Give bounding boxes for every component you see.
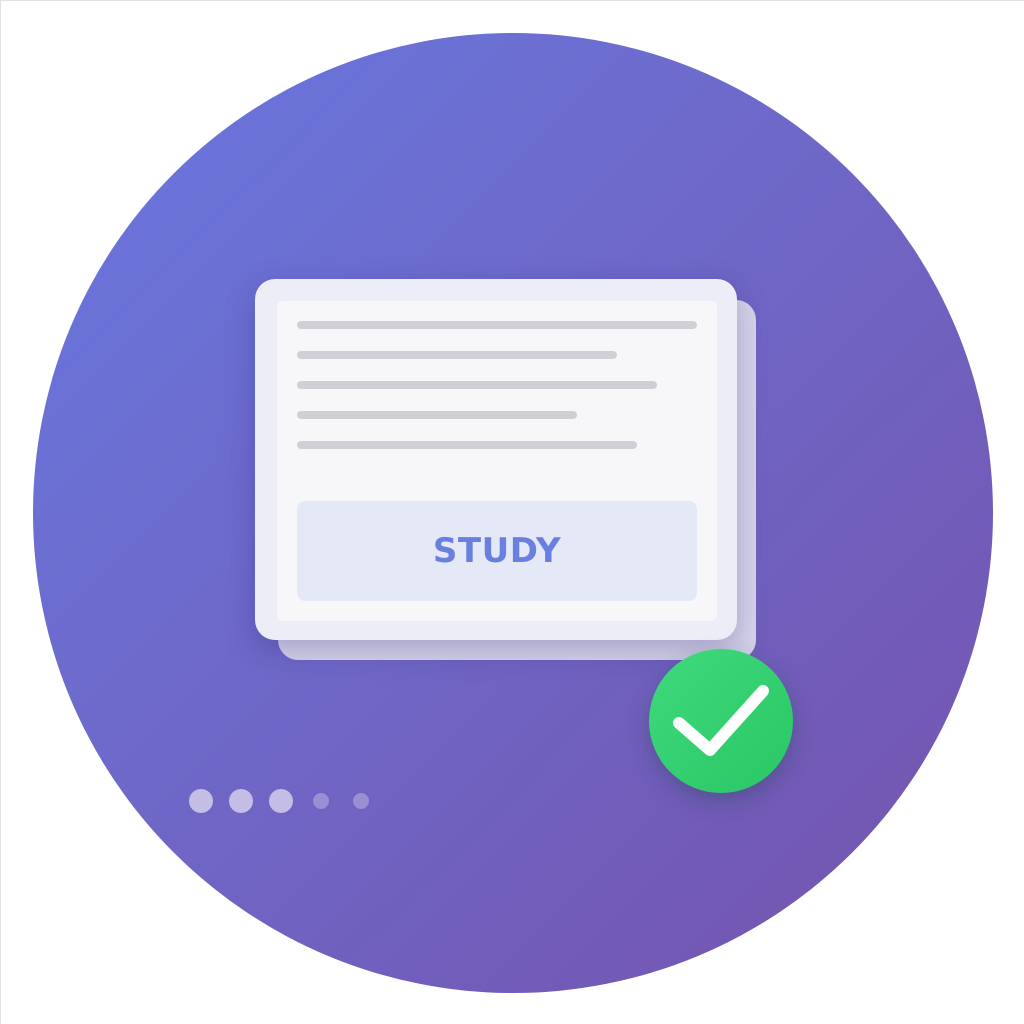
text-line-placeholder [297, 411, 577, 419]
pagination-dot-4[interactable] [313, 793, 329, 809]
text-line-placeholder [297, 441, 637, 449]
text-line-placeholder [297, 321, 697, 329]
study-card: STUDY [255, 279, 737, 640]
study-button[interactable]: STUDY [297, 501, 697, 601]
pagination-dot-3[interactable] [269, 789, 293, 813]
checkmark-badge [649, 649, 793, 793]
frame-border-left [0, 0, 1, 1024]
card-content: STUDY [277, 301, 717, 621]
illustration-canvas: STUDY [0, 0, 1024, 1024]
pagination-dot-5[interactable] [353, 793, 369, 809]
text-line-placeholder [297, 381, 657, 389]
pagination-dot-1[interactable] [189, 789, 213, 813]
pagination-dot-2[interactable] [229, 789, 253, 813]
frame-border-top [0, 0, 1024, 1]
study-button-label: STUDY [432, 531, 562, 571]
text-line-placeholder [297, 351, 617, 359]
checkmark-icon [673, 685, 769, 756]
